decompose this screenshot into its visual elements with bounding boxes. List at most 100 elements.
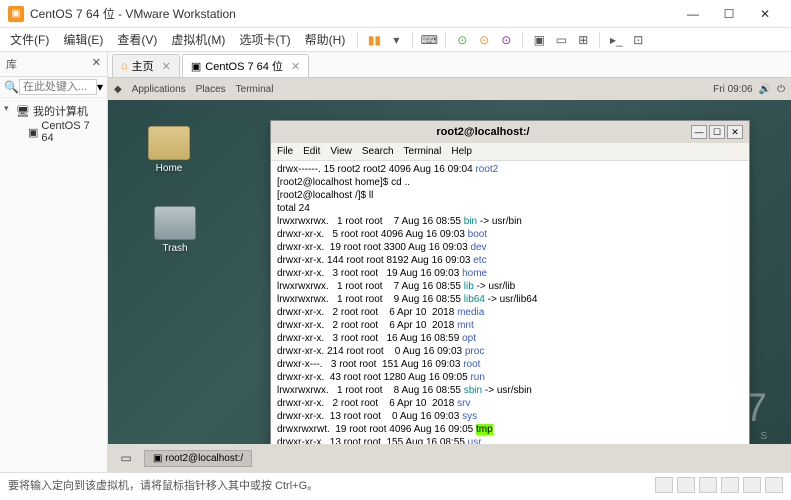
- menu-file[interactable]: 文件(F): [4, 29, 55, 50]
- terminal-line: drwxr-xr-x. 43 root root 1280 Aug 16 09:…: [277, 371, 743, 384]
- term-menu-terminal[interactable]: Terminal: [404, 146, 442, 157]
- terminal-window[interactable]: root2@localhost:/ — ☐ ✕ File Edit View S…: [270, 120, 750, 472]
- status-hint: 要将输入定向到该虚拟机，请将鼠标指针移入其中或按 Ctrl+G。: [8, 477, 318, 493]
- status-icons: [655, 477, 783, 493]
- separator: [357, 32, 358, 48]
- menu-help[interactable]: 帮助(H): [299, 29, 352, 50]
- terminal-line: drwxr-xr-x. 144 root root 8192 Aug 16 09…: [277, 254, 743, 267]
- gnome-clock[interactable]: Fri 09:06: [713, 84, 752, 95]
- terminal-line: drwxr-x---. 3 root root 151 Aug 16 09:03…: [277, 358, 743, 371]
- home-icon: ⌂: [121, 60, 128, 72]
- console-icon[interactable]: ▸_: [606, 30, 626, 50]
- separator: [522, 32, 523, 48]
- terminal-line: drwxr-xr-x. 3 root root 19 Aug 16 09:03 …: [277, 267, 743, 280]
- term-menu-view[interactable]: View: [330, 146, 352, 157]
- snapshot-manager-icon[interactable]: ⊙: [496, 30, 516, 50]
- desktop-home[interactable]: Home: [148, 126, 190, 174]
- search-input[interactable]: [19, 79, 97, 95]
- menu-tabs[interactable]: 选项卡(T): [233, 29, 296, 50]
- terminal-maximize-button[interactable]: ☐: [709, 125, 725, 139]
- pause-icon[interactable]: ▮▮: [364, 30, 384, 50]
- terminal-line: drwxr-xr-x. 2 root root 6 Apr 10 2018 sr…: [277, 397, 743, 410]
- menu-edit[interactable]: 编辑(E): [57, 29, 109, 50]
- gnome-topbar: ◆ Applications Places Terminal Fri 09:06…: [108, 78, 791, 100]
- main-area: 库 ✕ 🔍 ▾ 🖥 我的计算机 ▣ CentOS 7 64 ⌂ 主页 ✕: [0, 52, 791, 472]
- app-menubar: 文件(F) 编辑(E) 查看(V) 虚拟机(M) 选项卡(T) 帮助(H) ▮▮…: [0, 28, 791, 52]
- separator: [599, 32, 600, 48]
- tab-home[interactable]: ⌂ 主页 ✕: [112, 54, 180, 77]
- term-menu-file[interactable]: File: [277, 146, 293, 157]
- gnome-taskbar: ▭ ▣ root2@localhost:/: [108, 444, 791, 472]
- library-tree: 🖥 我的计算机 ▣ CentOS 7 64: [0, 98, 107, 148]
- terminal-line: lrwxrwxrwx. 1 root root 9 Aug 16 08:55 l…: [277, 293, 743, 306]
- tree-mycomputer[interactable]: 🖥 我的计算机: [4, 102, 103, 120]
- send-keys-icon[interactable]: ⌨: [419, 30, 439, 50]
- library-header: 库 ✕: [0, 52, 107, 77]
- terminal-line: drwxr-xr-x. 2 root root 6 Apr 10 2018 me…: [277, 306, 743, 319]
- maximize-button[interactable]: ☐: [711, 0, 747, 28]
- desktop-trash[interactable]: Trash: [154, 206, 196, 254]
- menu-view[interactable]: 查看(V): [111, 29, 163, 50]
- stretch-icon[interactable]: ⊡: [628, 30, 648, 50]
- device-icon[interactable]: [699, 477, 717, 493]
- gnome-places[interactable]: Places: [196, 84, 226, 95]
- term-menu-search[interactable]: Search: [362, 146, 394, 157]
- gnome-power-icon[interactable]: ⏻: [777, 84, 785, 95]
- gnome-terminal-menu[interactable]: Terminal: [236, 84, 274, 95]
- minimize-button[interactable]: —: [675, 0, 711, 28]
- term-menu-help[interactable]: Help: [451, 146, 472, 157]
- status-bar: 要将输入定向到该虚拟机，请将鼠标指针移入其中或按 Ctrl+G。: [0, 472, 791, 496]
- search-dropdown-icon[interactable]: ▾: [97, 80, 103, 94]
- show-desktop-icon[interactable]: ▭: [114, 447, 138, 469]
- snapshot-revert-icon[interactable]: ⊙: [474, 30, 494, 50]
- terminal-line: [root2@localhost home]$ cd ..: [277, 176, 743, 189]
- term-menu-edit[interactable]: Edit: [303, 146, 320, 157]
- fullscreen-icon[interactable]: ▣: [529, 30, 549, 50]
- close-button[interactable]: ✕: [747, 0, 783, 28]
- snapshot-icon[interactable]: ⊙: [452, 30, 472, 50]
- vm-area: ⌂ 主页 ✕ ▣ CentOS 7 64 位 ✕ ◆ Applications …: [108, 52, 791, 472]
- terminal-line: lrwxrwxrwx. 1 root root 7 Aug 16 08:55 b…: [277, 215, 743, 228]
- guest-display[interactable]: ◆ Applications Places Terminal Fri 09:06…: [108, 78, 791, 472]
- folder-icon: [148, 126, 190, 160]
- terminal-menubar: File Edit View Search Terminal Help: [271, 143, 749, 161]
- mycomputer-icon: 🖥: [16, 106, 30, 118]
- trash-icon: [154, 206, 196, 240]
- gnome-applications[interactable]: Applications: [132, 84, 186, 95]
- library-label: 库: [6, 56, 17, 72]
- device-icon[interactable]: [721, 477, 739, 493]
- thumbnail-icon[interactable]: ⊞: [573, 30, 593, 50]
- terminal-line: total 24: [277, 202, 743, 215]
- close-library-icon[interactable]: ✕: [92, 56, 101, 72]
- unity-icon[interactable]: ▭: [551, 30, 571, 50]
- csdn-watermark: CSDN @szdzg的博客: [624, 426, 731, 442]
- terminal-line: lrwxrwxrwx. 1 root root 7 Aug 16 08:55 l…: [277, 280, 743, 293]
- menu-vm[interactable]: 虚拟机(M): [165, 29, 231, 50]
- vmware-icon: ▣: [8, 6, 24, 22]
- tab-vm[interactable]: ▣ CentOS 7 64 位 ✕: [182, 54, 309, 77]
- terminal-line: lrwxrwxrwx. 1 root root 8 Aug 16 08:55 s…: [277, 384, 743, 397]
- terminal-task-icon: ▣: [153, 453, 162, 464]
- tree-vm-item[interactable]: ▣ CentOS 7 64: [4, 120, 103, 144]
- terminal-line: drwxr-xr-x. 13 root root 0 Aug 16 09:03 …: [277, 410, 743, 423]
- terminal-titlebar[interactable]: root2@localhost:/ — ☐ ✕: [271, 121, 749, 143]
- device-icon[interactable]: [677, 477, 695, 493]
- separator: [445, 32, 446, 48]
- tab-close-icon[interactable]: ✕: [291, 60, 300, 73]
- library-search: 🔍 ▾: [0, 77, 107, 98]
- terminal-minimize-button[interactable]: —: [691, 125, 707, 139]
- terminal-close-button[interactable]: ✕: [727, 125, 743, 139]
- taskbar-terminal-button[interactable]: ▣ root2@localhost:/: [144, 450, 252, 467]
- tab-close-icon[interactable]: ✕: [162, 60, 171, 73]
- device-icon[interactable]: [743, 477, 761, 493]
- dropdown-icon[interactable]: ▾: [386, 30, 406, 50]
- terminal-line: drwxr-xr-x. 214 root root 0 Aug 16 09:03…: [277, 345, 743, 358]
- device-icon[interactable]: [765, 477, 783, 493]
- vm-icon: ▣: [28, 126, 38, 139]
- gnome-apps-icon[interactable]: ◆: [114, 84, 122, 95]
- terminal-title: root2@localhost:/: [277, 126, 689, 138]
- terminal-line: drwx------. 15 root2 root2 4096 Aug 16 0…: [277, 163, 743, 176]
- device-icon[interactable]: [655, 477, 673, 493]
- gnome-volume-icon[interactable]: 🔊: [759, 84, 771, 95]
- search-icon: 🔍: [4, 80, 19, 94]
